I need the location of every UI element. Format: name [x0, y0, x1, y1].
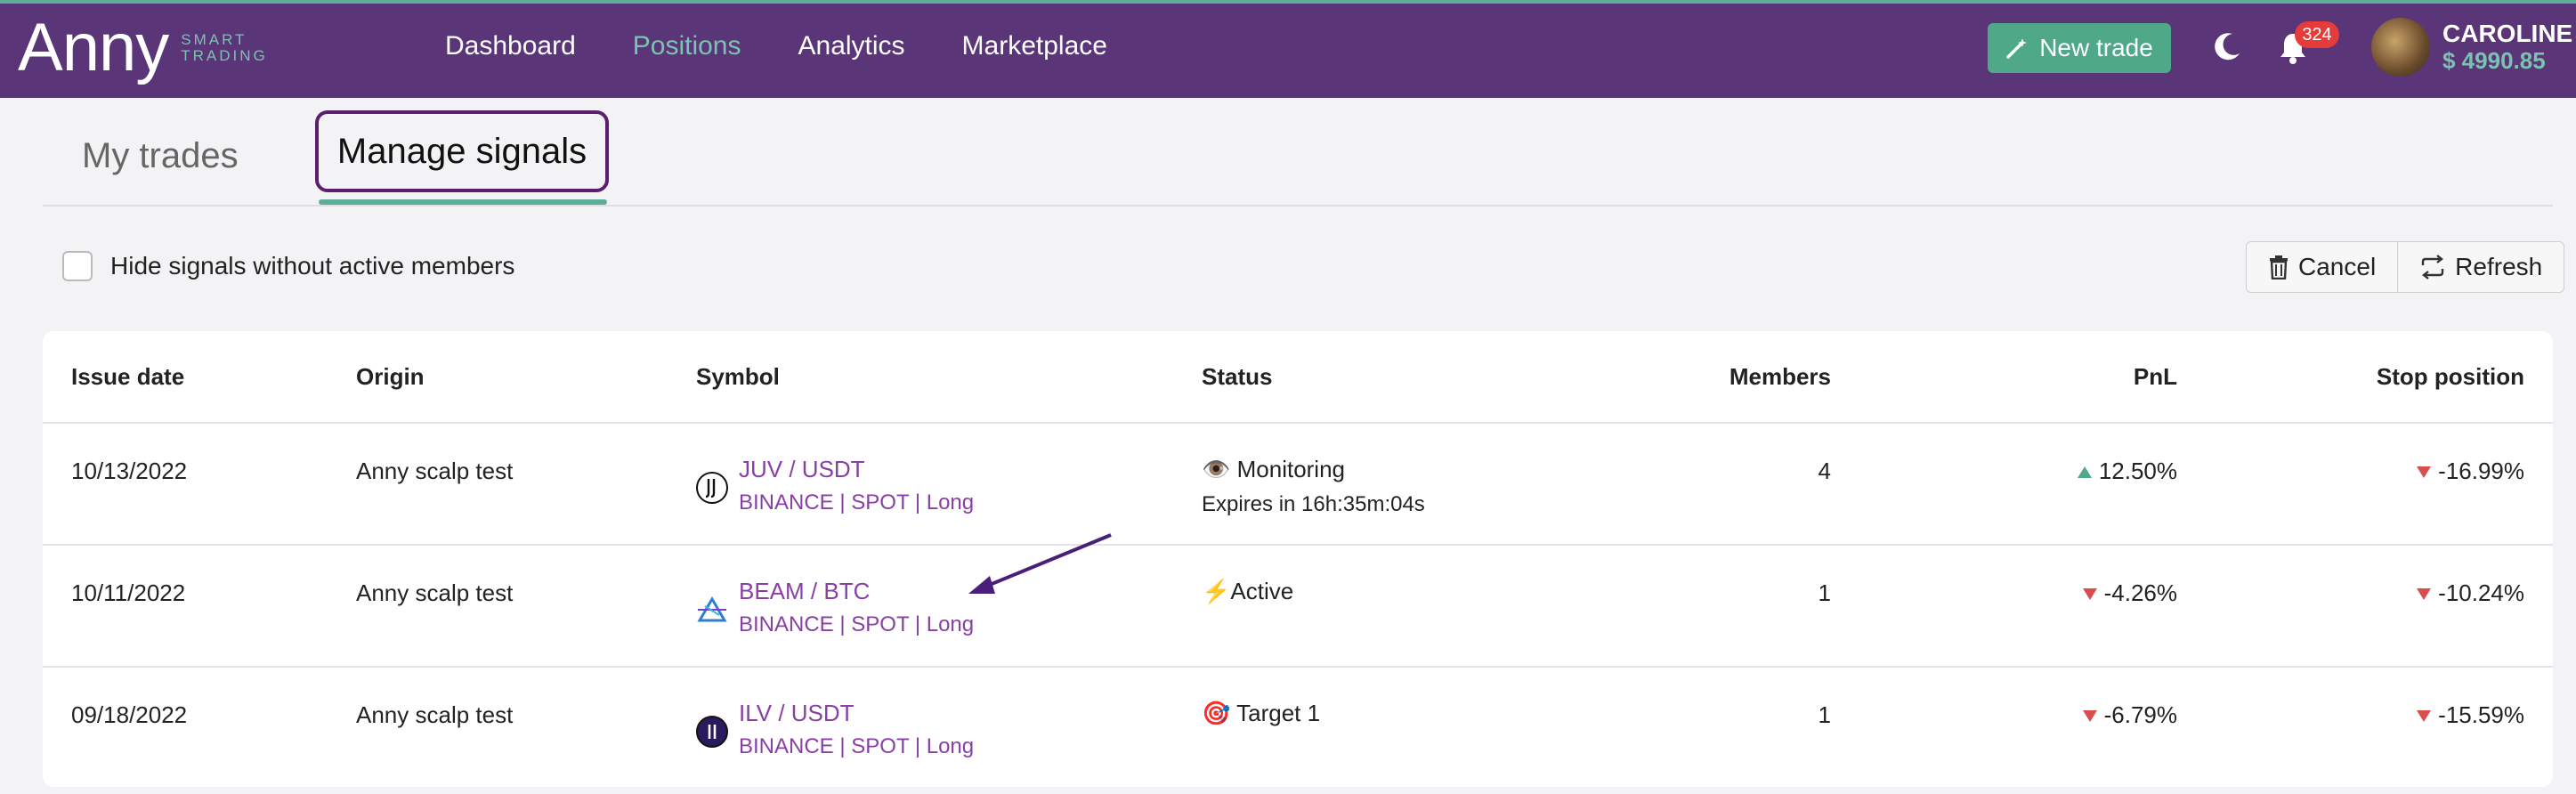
hide-signals-filter: Hide signals without active members: [62, 251, 514, 281]
origin-cell: Anny scalp test: [356, 701, 514, 728]
illuvium-icon: [696, 716, 728, 748]
header-stop-position[interactable]: Stop position: [2268, 363, 2524, 391]
status-label: Monitoring: [1236, 456, 1346, 482]
pnl-cell: 12.50%: [1912, 458, 2177, 485]
trend-up-icon: [2077, 466, 2092, 478]
trend-down-icon: [2417, 588, 2432, 600]
tab-manage-signals[interactable]: Manage signals: [315, 110, 609, 192]
nav-analytics[interactable]: Analytics: [798, 31, 905, 61]
cancel-label: Cancel: [2298, 253, 2377, 280]
symbol-link[interactable]: BEAM / BTC: [739, 578, 974, 605]
juventus-icon: [696, 472, 728, 504]
new-trade-label: New trade: [2039, 34, 2153, 61]
symbol-cell: BEAM / BTC BINANCE | SPOT | Long: [696, 578, 974, 637]
symbol-link[interactable]: JUV / USDT: [739, 456, 974, 483]
beam-icon: [696, 594, 728, 626]
hide-signals-label: Hide signals without active members: [110, 252, 515, 280]
trend-down-icon: [2082, 588, 2097, 600]
new-trade-button[interactable]: New trade: [1988, 23, 2171, 73]
logo-tagline-line-1: Smart: [181, 31, 247, 49]
logo-tagline-line-2: Trading: [181, 47, 268, 64]
stop-position-value: -10.24%: [2438, 579, 2524, 606]
members-cell: 1: [1818, 579, 1831, 606]
table-row[interactable]: 09/18/2022 Anny scalp test ILV / USDT BI…: [43, 668, 2553, 787]
trend-down-icon: [2417, 466, 2432, 478]
nav-marketplace[interactable]: Marketplace: [962, 31, 1107, 61]
status-label: Active: [1230, 578, 1294, 604]
pnl-value: 12.50%: [2098, 458, 2177, 484]
lightning-icon: ⚡: [1202, 578, 1231, 604]
symbol-cell: ILV / USDT BINANCE | SPOT | Long: [696, 700, 974, 759]
members-cell: 1: [1818, 701, 1831, 728]
status-cell: 👁️ Monitoring Expires in 16h:35m:04s: [1202, 456, 1425, 517]
cancel-button[interactable]: Cancel: [2247, 242, 2397, 292]
members-cell: 4: [1818, 458, 1831, 484]
status-cell: 🎯 Target 1: [1202, 700, 1320, 727]
stop-position-cell: -16.99%: [2268, 458, 2524, 485]
header-issue-date[interactable]: Issue date: [71, 363, 184, 391]
pnl-value: -6.79%: [2103, 701, 2177, 728]
dark-mode-toggle-icon[interactable]: [2209, 28, 2245, 64]
magic-wand-icon: [2006, 38, 2028, 59]
symbol-exchange-info: BINANCE | SPOT | Long: [739, 612, 975, 636]
logo-tagline: Smart Trading: [181, 32, 268, 64]
stop-position-cell: -10.24%: [2268, 579, 2524, 607]
hide-signals-checkbox[interactable]: [62, 251, 93, 281]
stop-position-cell: -15.59%: [2268, 701, 2524, 729]
logo-wordmark: Anny: [18, 10, 169, 85]
signals-table: Issue date Origin Symbol Status Members …: [43, 331, 2553, 787]
stop-position-value: -15.59%: [2438, 701, 2524, 728]
header-members[interactable]: Members: [1556, 363, 1831, 391]
refresh-icon: [2421, 255, 2444, 280]
top-navigation-bar: Anny Smart Trading Dashboard Positions A…: [0, 0, 2576, 98]
symbol-link[interactable]: ILV / USDT: [739, 700, 974, 727]
user-balance: $ 4990.85: [2442, 47, 2546, 75]
status-expiry: Expires in 16h:35m:04s: [1202, 492, 1425, 516]
pnl-cell: -6.79%: [1912, 701, 2177, 729]
user-name: CAROLINE: [2442, 20, 2573, 47]
trades-tabs: My trades Manage signals: [43, 107, 2553, 207]
table-header-row: Issue date Origin Symbol Status Members …: [43, 331, 2553, 424]
notification-count-badge: 324: [2295, 21, 2339, 48]
header-origin[interactable]: Origin: [356, 363, 425, 391]
header-status[interactable]: Status: [1202, 363, 1272, 391]
header-pnl[interactable]: PnL: [1912, 363, 2177, 391]
table-row[interactable]: 10/11/2022 Anny scalp test BEAM / BTC BI…: [43, 546, 2553, 668]
stop-position-value: -16.99%: [2438, 458, 2524, 484]
user-info[interactable]: CAROLINE $ 4990.85: [2442, 20, 2572, 75]
issue-date-cell: 10/13/2022: [71, 458, 188, 484]
origin-cell: Anny scalp test: [356, 579, 514, 606]
main-nav: Dashboard Positions Analytics Marketplac…: [445, 0, 1107, 93]
anny-logo[interactable]: Anny Smart Trading: [18, 12, 268, 84]
signal-actions: Cancel Refresh: [2246, 241, 2565, 293]
symbol-cell: JUV / USDT BINANCE | SPOT | Long: [696, 456, 974, 515]
trend-down-icon: [2417, 710, 2432, 722]
trash-icon: [2270, 255, 2288, 280]
pnl-cell: -4.26%: [1912, 579, 2177, 607]
pnl-value: -4.26%: [2103, 579, 2177, 606]
symbol-exchange-info: BINANCE | SPOT | Long: [739, 490, 975, 514]
nav-dashboard[interactable]: Dashboard: [445, 31, 576, 61]
origin-cell: Anny scalp test: [356, 458, 514, 484]
target-icon: 🎯: [1202, 700, 1231, 726]
issue-date-cell: 09/18/2022: [71, 701, 188, 728]
status-cell: ⚡Active: [1202, 578, 1293, 605]
table-row[interactable]: 10/13/2022 Anny scalp test JUV / USDT BI…: [43, 424, 2553, 546]
tab-my-trades[interactable]: My trades: [82, 107, 239, 205]
issue-date-cell: 10/11/2022: [71, 579, 186, 606]
eye-icon: 👁️: [1202, 456, 1231, 482]
header-symbol[interactable]: Symbol: [696, 363, 780, 391]
status-label: Target 1: [1236, 700, 1321, 726]
user-avatar[interactable]: [2371, 18, 2430, 77]
refresh-button[interactable]: Refresh: [2397, 242, 2564, 292]
active-tab-indicator: [319, 199, 607, 205]
trend-down-icon: [2082, 710, 2097, 722]
symbol-exchange-info: BINANCE | SPOT | Long: [739, 734, 975, 758]
refresh-label: Refresh: [2455, 253, 2543, 280]
nav-positions[interactable]: Positions: [633, 31, 741, 61]
